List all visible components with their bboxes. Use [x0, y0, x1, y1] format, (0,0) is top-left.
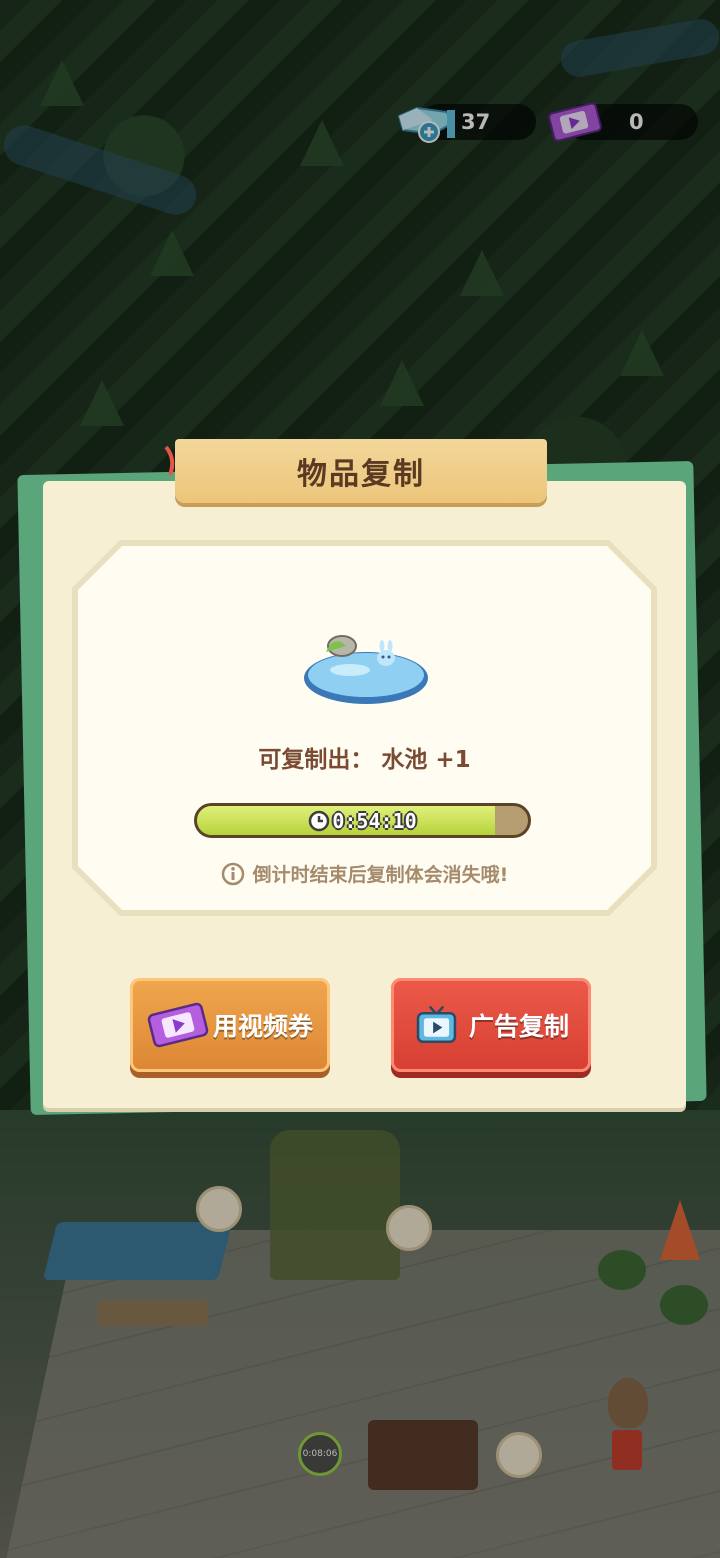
info-icon: [221, 862, 244, 885]
video-ticket-icon: [147, 1002, 209, 1048]
dialog-title-tab: 物品复制: [175, 439, 547, 503]
tv-icon: [416, 1005, 457, 1044]
countdown-display: 0:54:10: [197, 806, 528, 835]
pond-icon: [304, 635, 428, 704]
content-panel: [78, 546, 651, 910]
expiry-hint-text: 倒计时结束后复制体会消失哦!: [252, 864, 509, 886]
use-video-ticket-label: 用视频券: [212, 1012, 313, 1041]
copy-result-label: 可复制出：: [258, 747, 374, 773]
clock-icon: [309, 810, 330, 831]
copy-result: 可复制出： 水池 +1: [78, 740, 651, 774]
copy-result-count: +1: [435, 747, 471, 773]
watch-ad-copy-button[interactable]: 广告复制: [391, 978, 591, 1072]
expiry-hint: 倒计时结束后复制体会消失哦!: [78, 860, 651, 887]
use-video-ticket-button[interactable]: 用视频券: [130, 978, 330, 1072]
countdown-progress-bar: 0:54:10: [194, 803, 531, 838]
copy-result-item: 水池: [381, 747, 428, 773]
dialog-title: 物品复制: [297, 457, 425, 492]
countdown-time: 0:54:10: [332, 808, 417, 833]
watch-ad-copy-label: 广告复制: [468, 1012, 569, 1041]
